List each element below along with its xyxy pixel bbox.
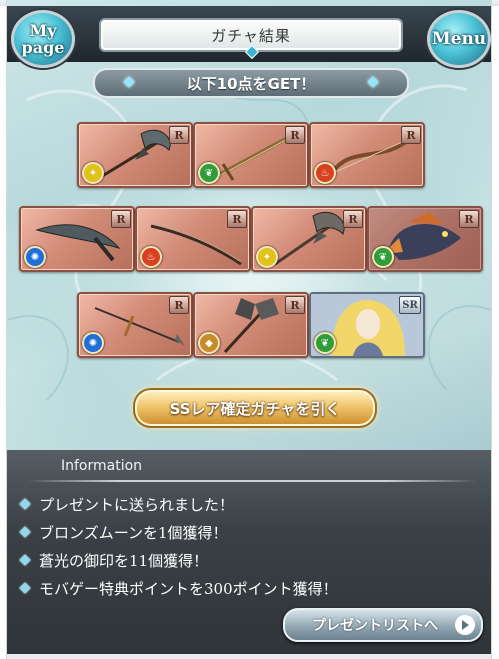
information-item-text: 蒼光の御印を11個獲得！ — [39, 551, 209, 570]
result-card[interactable]: R ❦ — [193, 122, 309, 188]
result-card[interactable]: R ◆ — [193, 292, 309, 358]
present-list-label: プレゼントリストへ — [312, 618, 438, 634]
rarity-badge: R — [111, 210, 131, 228]
information-item-text: モバゲー特典ポイントを300ポイント獲得！ — [39, 579, 338, 598]
result-banner: 以下10点をGET！ — [93, 68, 409, 98]
diamond-icon — [19, 526, 31, 538]
result-card[interactable]: R ❦ — [367, 206, 483, 272]
arrow-right-icon — [455, 615, 475, 635]
light-element-icon: ◆ — [198, 332, 220, 354]
result-card-sr[interactable]: SR ❦ — [309, 292, 425, 358]
result-card[interactable]: R ♨ — [309, 122, 425, 188]
water-element-icon: ✺ — [24, 246, 46, 268]
rarity-badge: R — [169, 296, 189, 314]
diamond-icon — [367, 76, 379, 88]
information-item: ブロンズムーンを1個獲得！ — [19, 518, 338, 546]
information-item-text: ブロンズムーンを1個獲得！ — [39, 523, 228, 542]
earth-element-icon: ❦ — [372, 246, 394, 268]
information-divider — [27, 480, 477, 482]
page-title: ガチャ結果 — [211, 26, 291, 45]
result-banner-text: 以下10点をGET！ — [186, 74, 316, 93]
menu-label: Menu — [431, 29, 487, 49]
diamond-icon — [19, 582, 31, 594]
ss-rare-gacha-label: SSレア確定ガチャを引く — [169, 399, 341, 418]
information-list: プレゼントに送られました！ ブロンズムーンを1個獲得！ 蒼光の御印を11個獲得！… — [19, 490, 338, 602]
rarity-badge: R — [285, 126, 305, 144]
ss-rare-gacha-button[interactable]: SSレア確定ガチャを引く — [133, 388, 377, 428]
bottom-edge — [7, 654, 491, 659]
rarity-badge: R — [227, 210, 247, 228]
game-screen: ガチャ結果 My page Menu 以下10点をGET！ R ✦ R ❦ R … — [6, 0, 492, 659]
information-item: 蒼光の御印を11個獲得！ — [19, 546, 338, 574]
rarity-badge: R — [459, 210, 479, 228]
diamond-icon — [19, 498, 31, 510]
fire-element-icon: ♨ — [140, 246, 162, 268]
wind-element-icon: ✦ — [256, 246, 278, 268]
title-diamond-icon — [244, 44, 260, 60]
fire-element-icon: ♨ — [314, 162, 336, 184]
result-card[interactable]: R ✦ — [77, 122, 193, 188]
header-bar: ガチャ結果 — [7, 6, 491, 62]
earth-element-icon: ❦ — [314, 332, 336, 354]
rarity-badge: R — [169, 126, 189, 144]
menu-button[interactable]: Menu — [427, 10, 491, 68]
mypage-label: My page — [21, 21, 65, 57]
rarity-badge: SR — [399, 296, 421, 314]
rarity-badge: R — [343, 210, 363, 228]
information-item: プレゼントに送られました！ — [19, 490, 338, 518]
result-card[interactable]: R ♨ — [135, 206, 251, 272]
wind-element-icon: ✦ — [82, 162, 104, 184]
earth-element-icon: ❦ — [198, 162, 220, 184]
result-card[interactable]: R ✦ — [251, 206, 367, 272]
title-plate: ガチャ結果 — [99, 18, 403, 60]
diamond-icon — [19, 554, 31, 566]
information-panel: Information プレゼントに送られました！ ブロンズムーンを1個獲得！ … — [7, 450, 491, 659]
information-item-text: プレゼントに送られました！ — [39, 495, 235, 514]
present-list-button[interactable]: プレゼントリストへ — [283, 608, 483, 642]
rarity-badge: R — [401, 126, 421, 144]
mypage-button[interactable]: My page — [11, 10, 75, 68]
result-card[interactable]: R ✺ — [19, 206, 135, 272]
diamond-icon — [123, 76, 135, 88]
information-title: Information — [61, 458, 143, 474]
rarity-badge: R — [285, 296, 305, 314]
result-card[interactable]: R ✺ — [77, 292, 193, 358]
information-item: モバゲー特典ポイントを300ポイント獲得！ — [19, 574, 338, 602]
water-element-icon: ✺ — [82, 332, 104, 354]
